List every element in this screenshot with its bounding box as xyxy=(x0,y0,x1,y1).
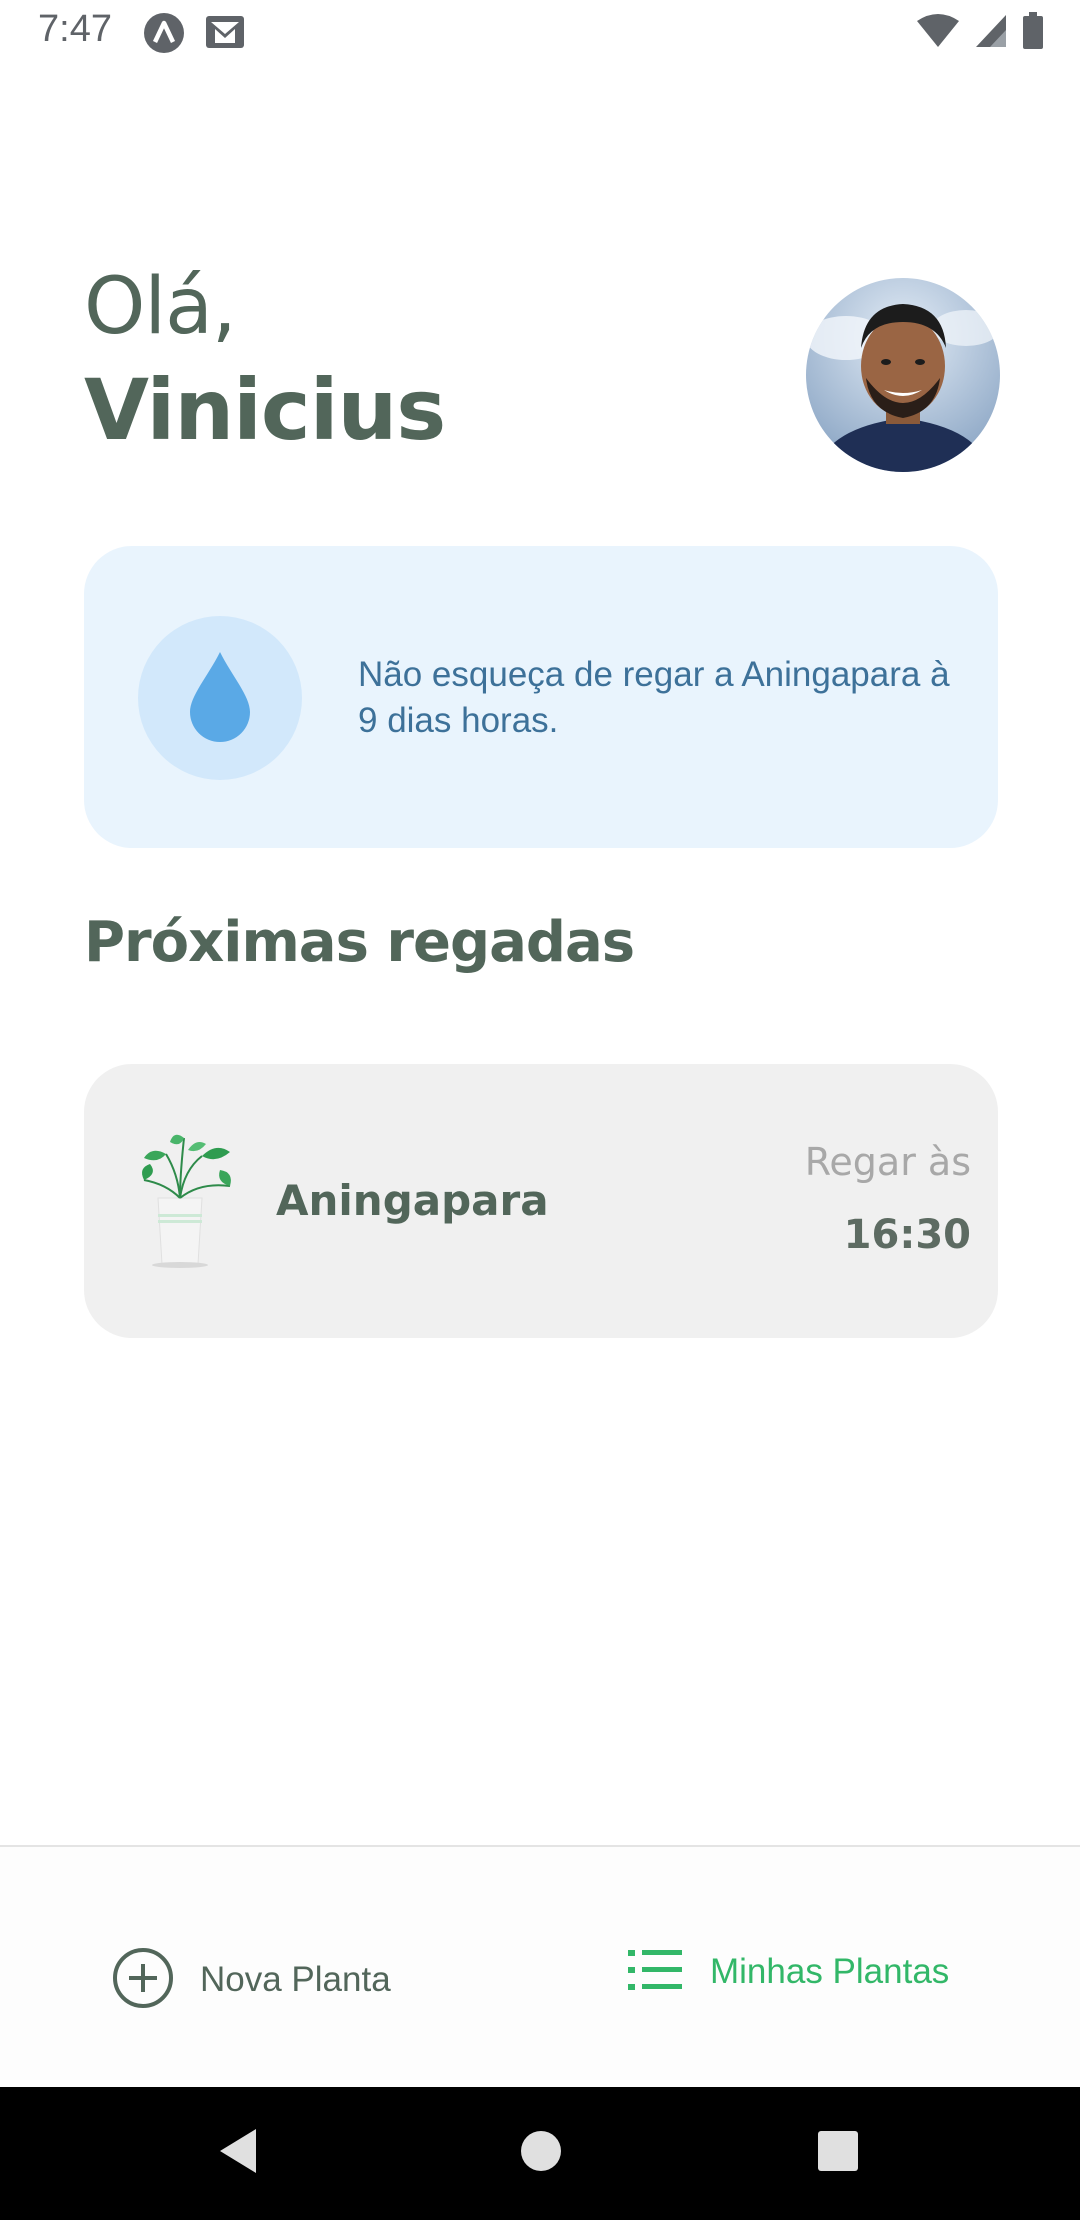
user-name: Vinicius xyxy=(84,361,446,459)
reminder-card: Não esqueça de regar a Aningapara à 9 di… xyxy=(84,546,998,848)
plant-image xyxy=(136,1130,236,1270)
water-label: Regar às xyxy=(804,1140,971,1184)
recents-icon[interactable] xyxy=(816,2127,860,2179)
battery-icon xyxy=(1022,12,1044,54)
water-time: 16:30 xyxy=(843,1212,971,1258)
wifi-icon xyxy=(916,13,960,53)
cell-signal-icon xyxy=(974,13,1008,53)
bottom-nav: Nova Planta Minhas Plantas xyxy=(0,1845,1080,2087)
back-icon[interactable] xyxy=(218,2127,258,2179)
plus-circle-icon xyxy=(112,1947,174,2013)
status-bar: 7:47 xyxy=(0,0,1080,66)
screen: 7:47 Olá, Vinicius Não esqueça de regar … xyxy=(0,0,1080,2220)
plant-name: Aningapara xyxy=(276,1176,549,1225)
status-time: 7:47 xyxy=(38,8,112,50)
nav-new-plant-label: Nova Planta xyxy=(200,1960,391,1999)
home-icon[interactable] xyxy=(520,2127,562,2179)
system-nav-bar xyxy=(0,2087,1080,2220)
status-right-icons xyxy=(916,12,1044,54)
greeting-hello: Olá, xyxy=(84,262,237,352)
section-title: Próximas regadas xyxy=(84,910,635,975)
avatar[interactable] xyxy=(806,278,1000,472)
drop-circle xyxy=(138,616,302,780)
nav-my-plants-label: Minhas Plantas xyxy=(710,1952,950,1991)
reminder-text: Não esqueça de regar a Aningapara à 9 di… xyxy=(358,655,950,740)
nav-new-plant[interactable]: Nova Planta xyxy=(112,1947,391,2013)
water-drop-icon xyxy=(188,650,252,746)
greeting: Olá, Vinicius xyxy=(84,262,446,465)
gmail-icon xyxy=(204,12,246,56)
app-notification-icon xyxy=(143,12,185,58)
plant-card[interactable]: Aningapara Regar às 16:30 xyxy=(84,1064,998,1338)
list-icon xyxy=(626,1947,684,1997)
nav-my-plants[interactable]: Minhas Plantas xyxy=(626,1947,949,1997)
